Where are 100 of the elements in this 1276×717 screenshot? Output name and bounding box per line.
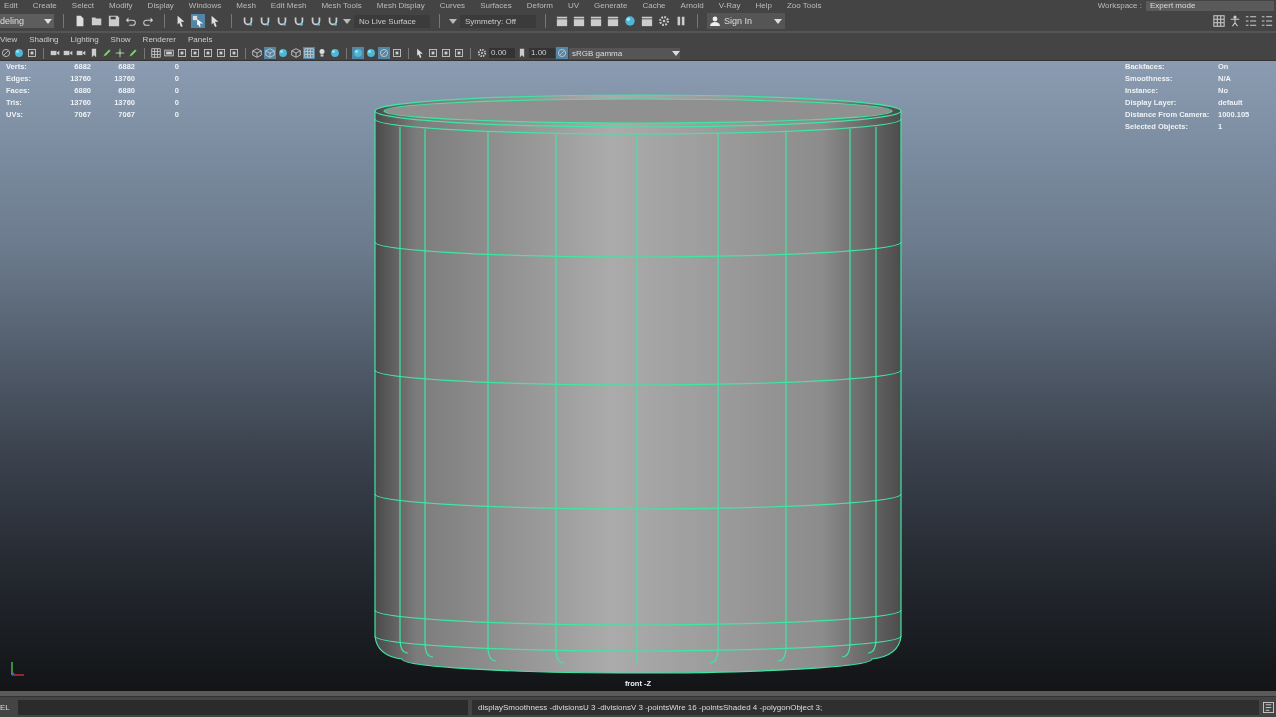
tool-button[interactable]: [476, 47, 488, 59]
square-icon: [392, 48, 402, 58]
menu-item[interactable]: Display: [147, 1, 174, 10]
circle-icon: [379, 48, 389, 58]
menu-item[interactable]: Shading: [29, 35, 59, 44]
pen-icon: [128, 48, 138, 58]
gamma-field[interactable]: 1.00: [529, 48, 555, 58]
menu-item[interactable]: Create: [32, 1, 57, 10]
tool-button[interactable]: [215, 47, 227, 59]
cursor-icon: [192, 15, 204, 27]
menu-item[interactable]: Mesh Tools: [321, 1, 362, 10]
tool-button[interactable]: [101, 47, 113, 59]
circle-icon: [557, 48, 567, 58]
menu-item[interactable]: Panels: [187, 35, 213, 44]
tool-button[interactable]: [427, 47, 439, 59]
menu-item[interactable]: Help: [755, 1, 772, 10]
tool-button[interactable]: [414, 47, 426, 59]
language-label[interactable]: EL: [0, 702, 14, 712]
tool-button[interactable]: [589, 14, 603, 28]
square-icon: [428, 48, 438, 58]
menu-item[interactable]: Modify: [109, 1, 133, 10]
menu-item[interactable]: UV: [567, 1, 580, 10]
circle-icon: [1, 48, 11, 58]
menu-item[interactable]: Mesh: [236, 1, 256, 10]
menu-item[interactable]: Renderer: [142, 35, 176, 44]
cursor-icon: [209, 15, 221, 27]
workspace-label: Workspace :: [1097, 1, 1142, 10]
figure-icon: [1229, 15, 1241, 27]
tool-button[interactable]: [1228, 14, 1242, 28]
tool-button[interactable]: [657, 14, 671, 28]
tool-button[interactable]: [163, 47, 175, 59]
color-space-dropdown[interactable]: sRGB gamma: [569, 47, 680, 59]
tool-button[interactable]: [623, 14, 637, 28]
menu-item[interactable]: Arnold: [680, 1, 704, 10]
menu-item[interactable]: View: [0, 35, 18, 44]
menu-item[interactable]: Surfaces: [480, 1, 512, 10]
command-input[interactable]: [18, 699, 468, 715]
tool-button[interactable]: [606, 14, 620, 28]
tool-button[interactable]: [1260, 14, 1274, 28]
tool-button[interactable]: [13, 47, 25, 59]
magnet-icon: [259, 15, 271, 27]
tool-button[interactable]: [1212, 14, 1226, 28]
tool-button[interactable]: [365, 47, 377, 59]
square-icon: [203, 48, 213, 58]
tool-button[interactable]: [1244, 14, 1258, 28]
script-editor-icon[interactable]: [1263, 701, 1274, 713]
menu-item[interactable]: Cache: [642, 1, 666, 10]
workspace-dropdown[interactable]: Expert mode: [1146, 0, 1274, 11]
pen-icon: [102, 48, 112, 58]
sphere-icon: [366, 48, 376, 58]
tool-button[interactable]: [391, 47, 403, 59]
tool-button[interactable]: [189, 47, 201, 59]
tool-button[interactable]: [114, 47, 126, 59]
tool-button[interactable]: [251, 47, 263, 59]
square-icon: [27, 48, 37, 58]
tool-button[interactable]: [127, 47, 139, 59]
live-surface-field[interactable]: No Live Surface: [354, 14, 430, 28]
grid-icon: [1213, 15, 1225, 27]
menu-item[interactable]: Lighting: [70, 35, 99, 44]
tool-button[interactable]: [191, 14, 205, 28]
pause-icon: [675, 15, 687, 27]
bookmark-icon: [517, 48, 527, 58]
menu-item[interactable]: Zoo Tools: [786, 1, 822, 10]
tool-button[interactable]: [277, 47, 289, 59]
tool-button[interactable]: [329, 47, 341, 59]
tool-button[interactable]: [290, 47, 302, 59]
caret-icon: [449, 18, 457, 24]
tool-button[interactable]: [176, 47, 188, 59]
tool-button[interactable]: [440, 47, 452, 59]
tool-button[interactable]: [107, 14, 121, 28]
menu-item[interactable]: Edit Mesh: [270, 1, 307, 10]
tool-button[interactable]: [0, 47, 12, 59]
sign-in-button[interactable]: Sign In: [707, 13, 785, 29]
menu-item[interactable]: Curves: [439, 1, 466, 10]
magnet-icon: [293, 15, 305, 27]
menu-item[interactable]: V-Ray: [718, 1, 741, 10]
tool-button[interactable]: [228, 47, 240, 59]
film-icon: [164, 48, 174, 58]
undo-icon: [125, 15, 137, 27]
menu-item[interactable]: Select: [71, 1, 95, 10]
symmetry-field[interactable]: Symmetry: Off: [460, 14, 536, 28]
tool-button[interactable]: [555, 14, 569, 28]
menu-item[interactable]: Edit: [4, 1, 18, 10]
menu-item[interactable]: Windows: [188, 1, 222, 10]
tool-button[interactable]: [572, 14, 586, 28]
menu-item[interactable]: Mesh Display: [376, 1, 425, 10]
menu-item[interactable]: Show: [110, 35, 131, 44]
tool-button[interactable]: [26, 47, 38, 59]
menu-item[interactable]: Deform: [526, 1, 553, 10]
tool-button[interactable]: [640, 14, 654, 28]
mode-dropdown[interactable]: deling: [0, 14, 54, 28]
menu-item[interactable]: Generate: [594, 1, 628, 10]
user-icon: [710, 16, 720, 26]
clapper-icon: [590, 15, 602, 27]
tool-button[interactable]: [150, 47, 162, 59]
tool-button[interactable]: [202, 47, 214, 59]
clapper-icon: [641, 15, 653, 27]
tool-button[interactable]: [453, 47, 465, 59]
caret-icon: [44, 18, 52, 24]
exposure-field[interactable]: 0.00: [489, 48, 515, 58]
